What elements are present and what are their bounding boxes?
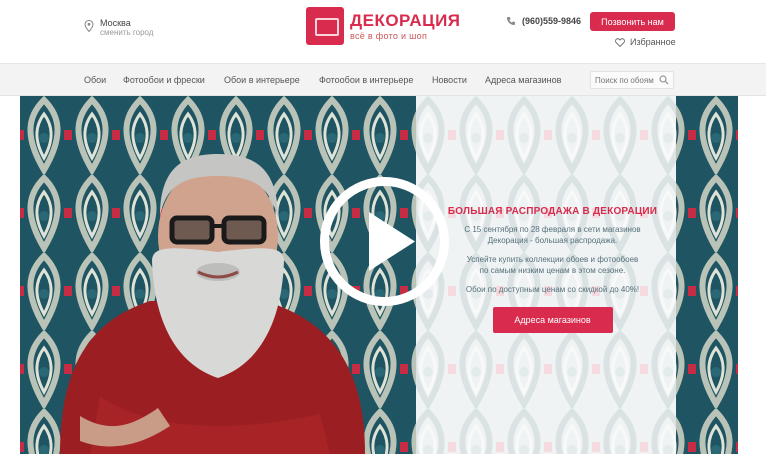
- promo-text-line: Успейте купить коллекции обоев и фотообо…: [466, 255, 639, 264]
- location-city: Москва: [100, 18, 131, 28]
- video-play-button[interactable]: [317, 174, 452, 309]
- location-selector[interactable]: Москва сменить город: [84, 18, 153, 38]
- heart-icon: [615, 37, 625, 47]
- location-pin-icon: [84, 20, 94, 32]
- phone-icon: [507, 17, 515, 25]
- logo-mark: [306, 7, 344, 45]
- favorites-link[interactable]: Избранное: [615, 37, 676, 47]
- nav-item-photo-murals[interactable]: Фотообои и фрески: [123, 75, 205, 85]
- nav-item-murals-interior[interactable]: Фотообои в интерьере: [319, 75, 413, 85]
- nav-item-stores[interactable]: Адреса магазинов: [485, 75, 561, 85]
- play-icon: [320, 177, 449, 306]
- main-nav: Обои Фотообои и фрески Обои в интерьере …: [0, 63, 766, 96]
- page: Москва сменить город ДЕКОРАЦИЯ всё в фот…: [0, 0, 766, 472]
- promo-text-line: С 15 сентября по 28 февраля в сети магаз…: [464, 225, 641, 234]
- phone-link[interactable]: (960)559-9846: [506, 16, 581, 26]
- logo-tagline: всё в фото и шоп: [350, 30, 428, 41]
- logo-name: ДЕКОРАЦИЯ: [350, 10, 461, 30]
- store-addresses-button[interactable]: Адреса магазинов: [492, 307, 613, 333]
- search-icon[interactable]: [659, 75, 669, 85]
- search-box: [590, 71, 674, 89]
- promo-text-line: Обои по доступным ценам со скидкой до 40…: [465, 285, 640, 294]
- callback-button[interactable]: Позвонить нам: [590, 12, 675, 31]
- site-logo[interactable]: ДЕКОРАЦИЯ всё в фото и шоп: [306, 7, 461, 45]
- nav-item-wallpaper-interior[interactable]: Обои в интерьере: [224, 75, 300, 85]
- phone-number: (960)559-9846: [522, 16, 582, 26]
- nav-item-wallpaper[interactable]: Обои: [84, 75, 106, 85]
- nav-item-news[interactable]: Новости: [432, 75, 467, 85]
- promo-title: БОЛЬШАЯ РАСПРОДАЖА В ДЕКОРАЦИИ: [447, 206, 658, 217]
- promo-text-line: по самым низким ценам в этом сезоне.: [479, 266, 626, 275]
- search-input[interactable]: [595, 74, 659, 86]
- site-header: Москва сменить город ДЕКОРАЦИЯ всё в фот…: [0, 0, 766, 62]
- promo-block: БОЛЬШАЯ РАСПРОДАЖА В ДЕКОРАЦИИ С 15 сент…: [435, 206, 670, 333]
- location-change-link[interactable]: сменить город: [100, 28, 153, 37]
- promo-text-line: Декорация - большая распродажа.: [487, 236, 618, 245]
- favorites-label: Избранное: [630, 37, 676, 47]
